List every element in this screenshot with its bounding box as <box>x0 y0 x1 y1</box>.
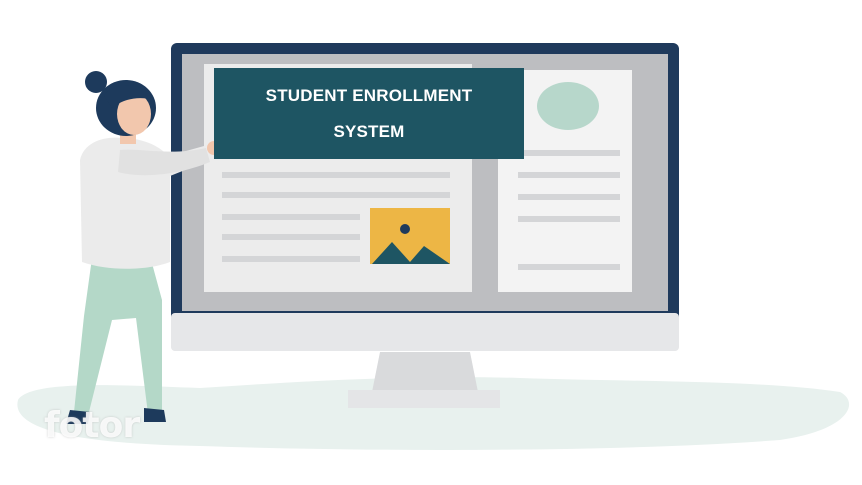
avatar-circle-icon <box>537 82 599 130</box>
fotor-watermark: fotor <box>44 405 140 446</box>
title-banner: STUDENT ENROLLMENT SYSTEM <box>214 68 524 159</box>
banner-title-line-2: SYSTEM <box>333 122 405 141</box>
image-placeholder-icon <box>370 208 450 264</box>
banner-title-line-1: STUDENT ENROLLMENT <box>265 86 473 105</box>
